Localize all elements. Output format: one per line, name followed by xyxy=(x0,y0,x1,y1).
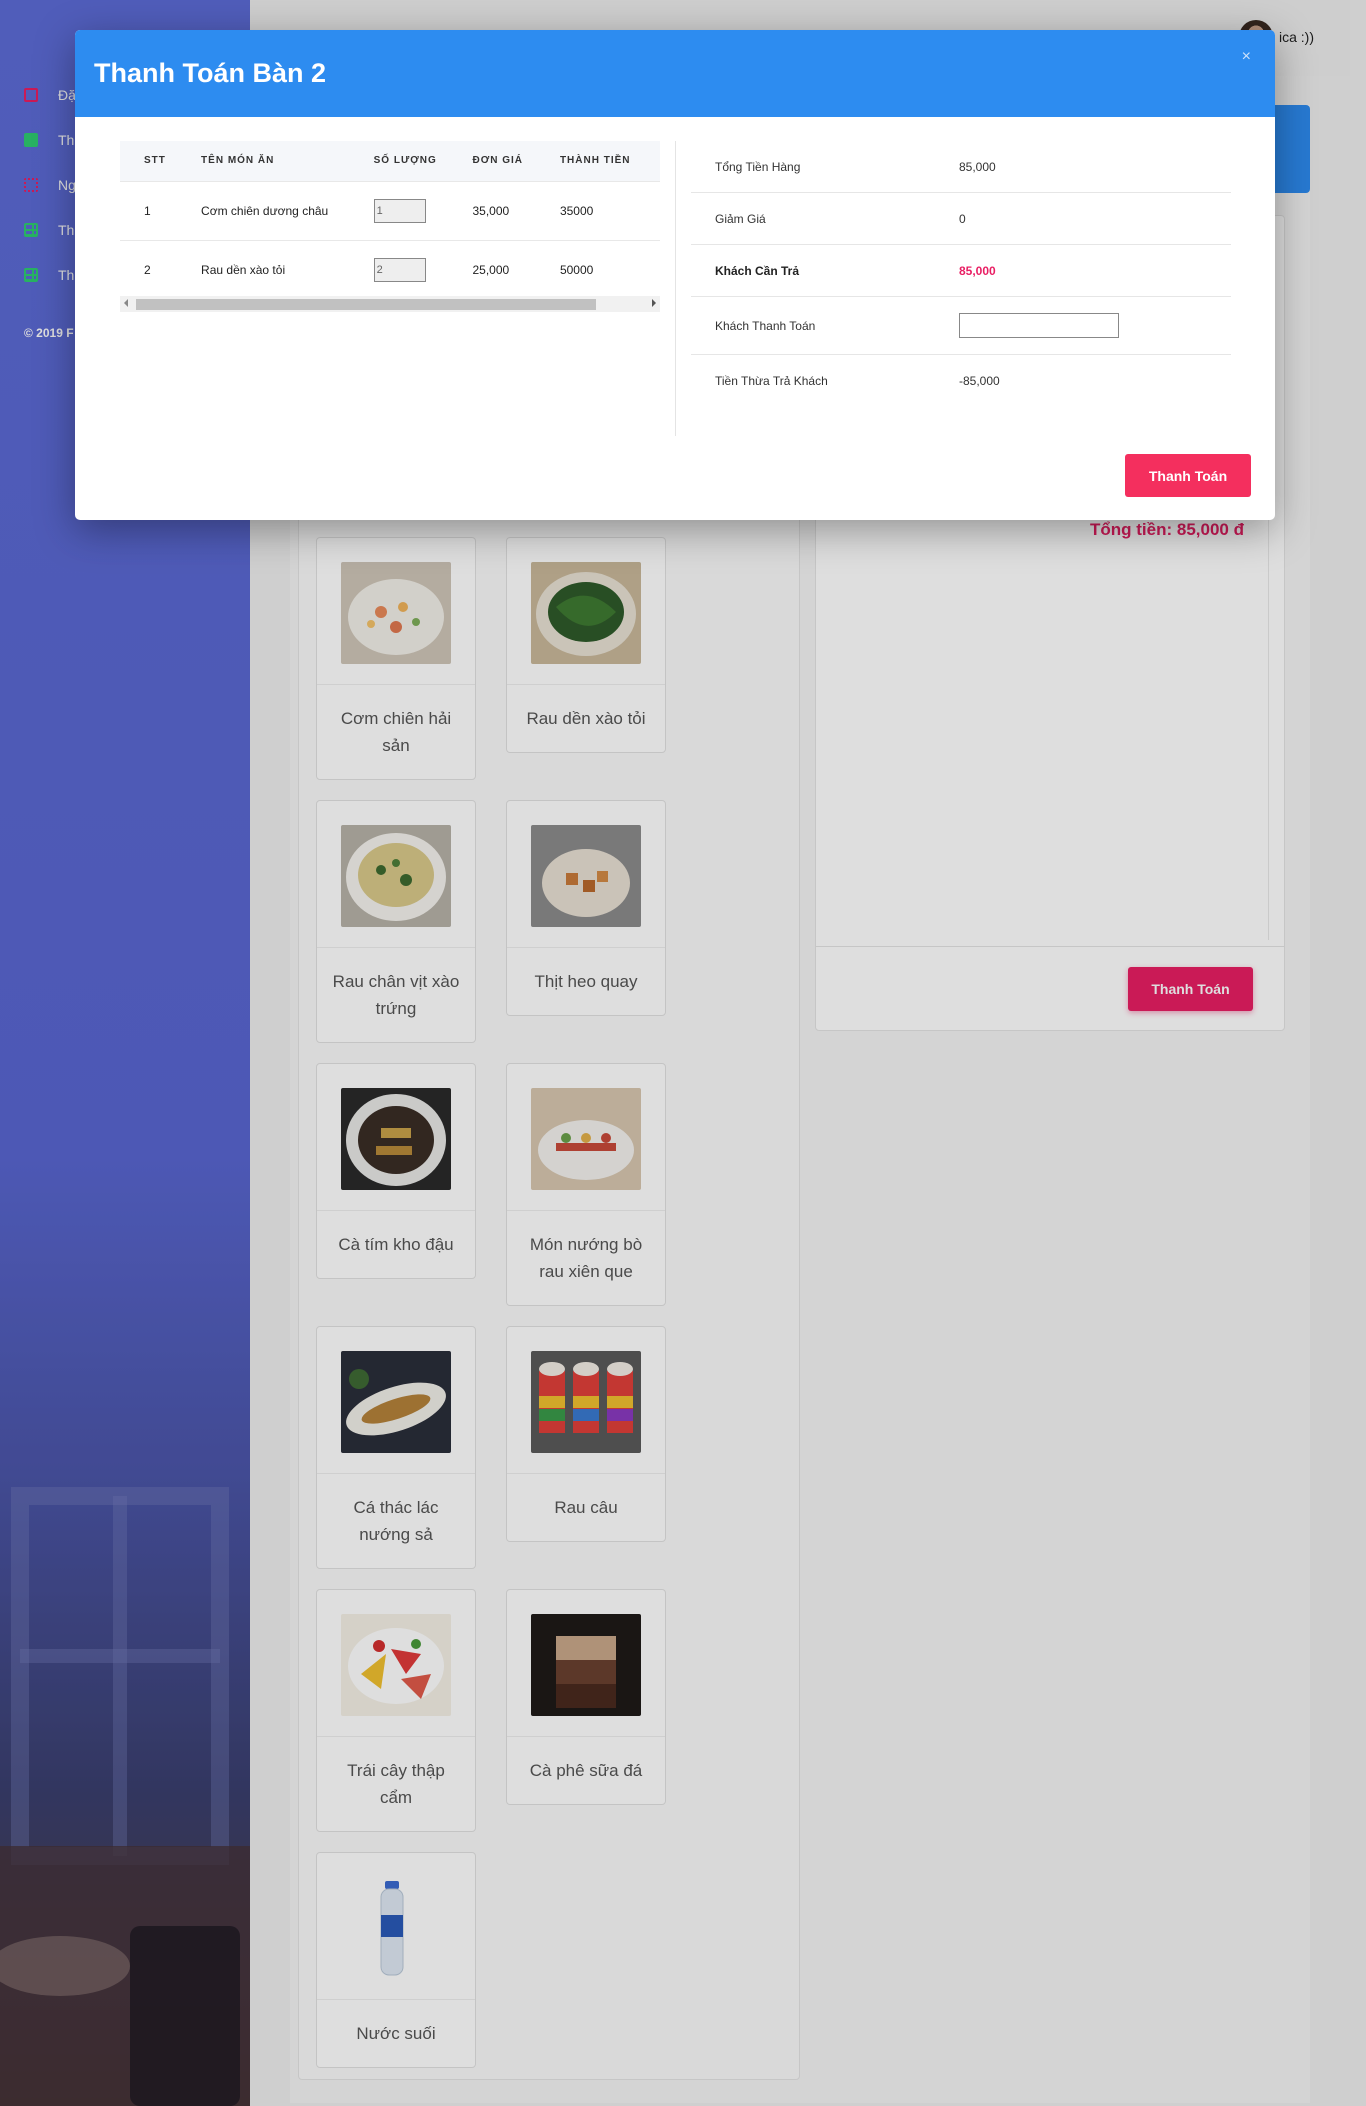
summary-value: -85,000 xyxy=(959,374,1000,388)
cell-total: 50000 xyxy=(559,240,660,300)
column-header: SỐ LƯỢNG xyxy=(373,141,473,182)
customer-payment-input[interactable] xyxy=(959,313,1119,338)
divider xyxy=(675,141,676,436)
column-header: THÀNH TIỀN xyxy=(559,141,660,182)
quantity-input[interactable] xyxy=(373,257,426,282)
summary-value: 85,000 xyxy=(959,263,996,278)
order-items-table: STT TÊN MÓN ĂN SỐ LƯỢNG ĐƠN GIÁ THÀNH TI… xyxy=(120,141,660,300)
scrollbar-thumb[interactable] xyxy=(136,299,596,310)
summary-label: Khách Thanh Toán xyxy=(715,318,816,333)
cell-price: 25,000 xyxy=(472,240,560,300)
summary-row-change: Tiền Thừa Trả Khách -85,000 xyxy=(691,355,1231,407)
table-row: 1 Cơm chiên dương châu 35,000 35000 xyxy=(120,181,660,241)
column-header: TÊN MÓN ĂN xyxy=(201,141,374,182)
summary-row-subtotal: Tổng Tiền Hàng 85,000 xyxy=(691,141,1231,193)
cell-stt: 1 xyxy=(120,181,202,241)
summary-value: 0 xyxy=(959,211,966,226)
table-header-row: STT TÊN MÓN ĂN SỐ LƯỢNG ĐƠN GIÁ THÀNH TI… xyxy=(120,141,660,182)
modal-title: Thanh Toán Bàn 2 xyxy=(94,58,327,88)
scroll-left-icon[interactable] xyxy=(124,299,128,307)
table-row: 2 Rau dền xào tỏi 25,000 50000 xyxy=(120,240,660,300)
summary-value: 85,000 xyxy=(959,159,996,174)
column-header: STT xyxy=(120,141,202,182)
cell-qty xyxy=(373,240,473,300)
cell-stt: 2 xyxy=(120,240,202,300)
close-icon[interactable]: × xyxy=(1242,48,1251,66)
cell-name: Rau dền xào tỏi xyxy=(201,240,374,300)
cell-total: 35000 xyxy=(559,181,660,241)
payment-modal: Thanh Toán Bàn 2 × STT TÊN MÓN ĂN SỐ LƯỢ… xyxy=(75,30,1275,520)
summary-row-discount: Giảm Giá 0 xyxy=(691,193,1231,245)
summary-label: Tổng Tiền Hàng xyxy=(715,159,801,174)
scroll-right-icon[interactable] xyxy=(652,299,656,307)
horizontal-scrollbar[interactable] xyxy=(120,296,660,312)
summary-label: Tiền Thừa Trả Khách xyxy=(715,374,828,388)
summary-label: Khách Cần Trả xyxy=(715,263,800,278)
summary-row-customer-paid: Khách Thanh Toán xyxy=(691,297,1231,355)
cell-price: 35,000 xyxy=(472,181,560,241)
cell-name: Cơm chiên dương châu xyxy=(201,181,374,241)
summary-row-amount-due: Khách Cần Trả 85,000 xyxy=(691,245,1231,297)
quantity-input[interactable] xyxy=(373,198,426,223)
pay-button[interactable]: Thanh Toán xyxy=(1125,454,1251,497)
column-header: ĐƠN GIÁ xyxy=(472,141,560,182)
summary-label: Giảm Giá xyxy=(715,211,766,226)
cell-qty xyxy=(373,181,473,241)
payment-summary: Tổng Tiền Hàng 85,000 Giảm Giá 0 Khách C… xyxy=(691,141,1231,407)
modal-header: Thanh Toán Bàn 2 xyxy=(75,30,1275,117)
